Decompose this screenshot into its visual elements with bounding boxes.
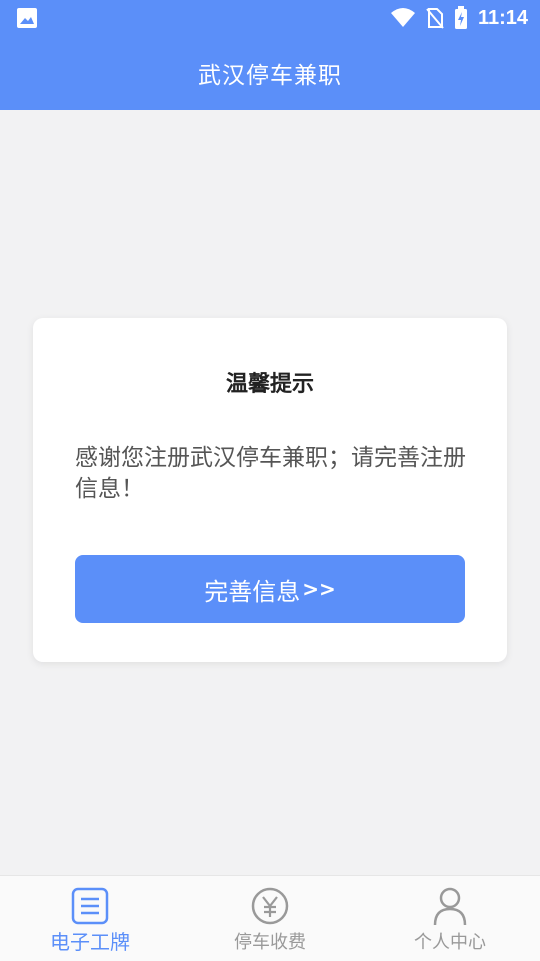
dialog-message: 感谢您注册武汉停车兼职；请完善注册信息！ [75,445,466,502]
battery-charging-icon [454,6,467,29]
complete-info-button-arrows: >> [302,577,336,601]
yuan-icon [251,887,289,925]
app-bar: 武汉停车兼职 [0,36,540,110]
bottom-tab-bar: 电子工牌 停车收费 个人中心 [0,875,540,961]
badge-icon [71,887,109,925]
clock-time: 11:14 [477,6,528,29]
complete-info-button-label: 完善信息 [204,577,301,606]
image-notification-icon [17,8,37,28]
status-bar: 11:14 [0,0,540,36]
tab-parking-fee[interactable]: 停车收费 [180,876,360,961]
tab-label: 停车收费 [234,932,306,953]
person-icon [433,887,467,926]
tab-label: 个人中心 [414,932,486,953]
tab-electronic-badge[interactable]: 电子工牌 [0,876,180,961]
no-sim-icon [426,8,444,29]
notice-dialog: 温馨提示 感谢您注册武汉停车兼职；请完善注册信息！ 完善信息 >> [33,318,507,662]
wifi-icon [390,8,415,27]
tab-label: 电子工牌 [50,930,130,954]
dialog-title: 温馨提示 [225,372,314,397]
complete-info-button[interactable]: 完善信息 >> [75,555,465,623]
page-title: 武汉停车兼职 [198,63,342,89]
tab-personal-center[interactable]: 个人中心 [360,876,540,961]
